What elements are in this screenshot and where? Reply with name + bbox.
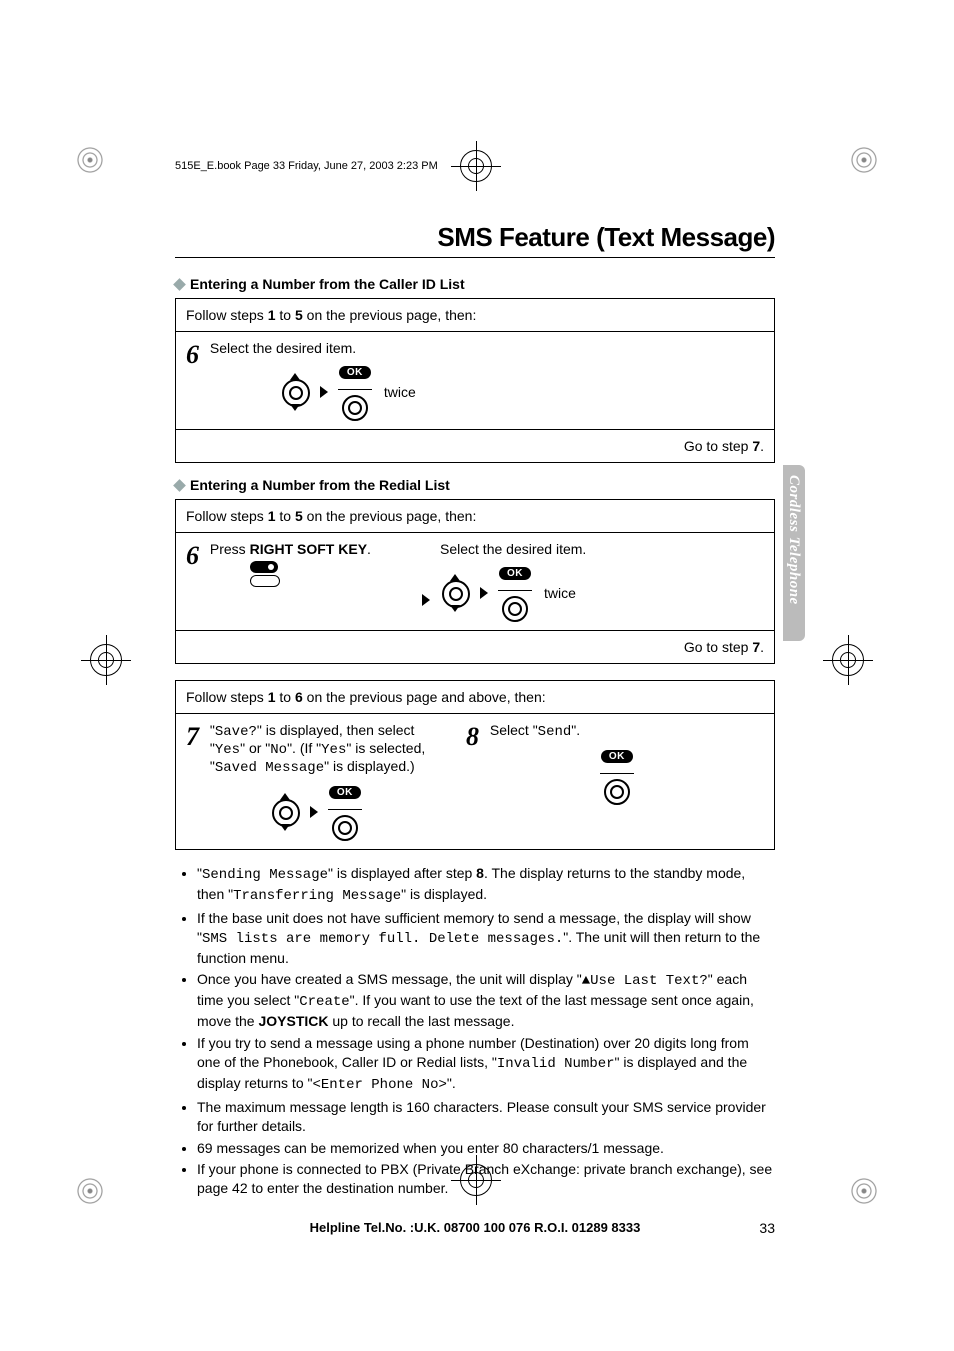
joystick-icon [280,375,310,409]
bullet-3: Once you have created a SMS message, the… [197,970,775,1031]
step-6-redial: 6 Press RIGHT SOFT KEY. [176,532,774,630]
step-number-6: 6 [186,541,206,571]
joystick-icon [270,795,300,829]
twice-label: twice [384,384,416,400]
crop-mark-bl [70,1171,110,1211]
bullet-5: The maximum message length is 160 charac… [197,1098,775,1136]
arrow-right-icon [310,806,318,818]
follow-steps-1-6: Follow steps 1 to 6 on the previous page… [176,681,774,713]
ok-button-icon: OK [339,366,371,379]
bullet-2: If the base unit does not have sufficien… [197,909,775,968]
goto-step7-b: Go to step 7. [176,630,774,663]
ring-icon [332,815,358,841]
section-heading-redial: Entering a Number from the Redial List [175,477,775,493]
register-target-r [832,644,864,676]
steps-7-8-row: 7 "Save?" is displayed, then select "Yes… [176,713,774,849]
diamond-icon [173,479,186,492]
bullet-6: 69 messages can be memorized when you en… [197,1139,775,1158]
register-target-l [90,644,122,676]
box-redial: Follow steps 1 to 5 on the previous page… [175,499,775,664]
ok-button-icon: OK [499,567,531,580]
section-heading-caller-id: Entering a Number from the Caller ID Lis… [175,276,775,292]
crop-mark-br [844,1171,884,1211]
side-tab-label: Cordless Telephone [785,475,802,605]
ring-icon [604,779,630,805]
diamond-icon [173,278,186,291]
joystick-icon [440,576,470,610]
step6b-text: Select the desired item. [440,541,586,557]
ok-button-icon: OK [601,750,633,763]
page-number: 33 [759,1220,775,1236]
step-number-6: 6 [186,340,206,370]
twice-label: twice [544,585,576,601]
arrow-right-icon [480,587,488,599]
goto-step7-a: Go to step 7. [176,429,774,462]
chapter-title: SMS Feature (Text Message) [175,222,775,258]
right-softkey-icon [250,561,290,587]
notes-bullet-list: "Sending Message" is displayed after ste… [175,864,775,1198]
arrow-right-icon [422,594,430,606]
step-number-8: 8 [466,722,486,752]
bullet-4: If you try to send a message using a pho… [197,1034,775,1095]
step-number-7: 7 [186,722,206,752]
step6-text: Select the desired item. [210,340,356,356]
follow-redial: Follow steps 1 to 5 on the previous page… [176,500,774,532]
box-steps-7-8: Follow steps 1 to 6 on the previous page… [175,680,775,850]
step-6-caller-id: 6 Select the desired item. OK twice [176,331,774,429]
frame-header: 515E_E.book Page 33 Friday, June 27, 200… [175,160,775,172]
box-caller-id: Follow steps 1 to 5 on the previous page… [175,298,775,463]
crop-mark-tr [844,140,884,180]
bullet-1: "Sending Message" is displayed after ste… [197,864,775,906]
crop-mark-tl [70,140,110,180]
ring-icon [502,596,528,622]
ok-button-icon: OK [329,786,361,799]
ring-icon [342,395,368,421]
follow-caller-id: Follow steps 1 to 5 on the previous page… [176,299,774,331]
bullet-7: If your phone is connected to PBX (Priva… [197,1160,775,1198]
footer-helpline: Helpline Tel.No. :U.K. 08700 100 076 R.O… [175,1220,775,1235]
arrow-right-icon [320,386,328,398]
